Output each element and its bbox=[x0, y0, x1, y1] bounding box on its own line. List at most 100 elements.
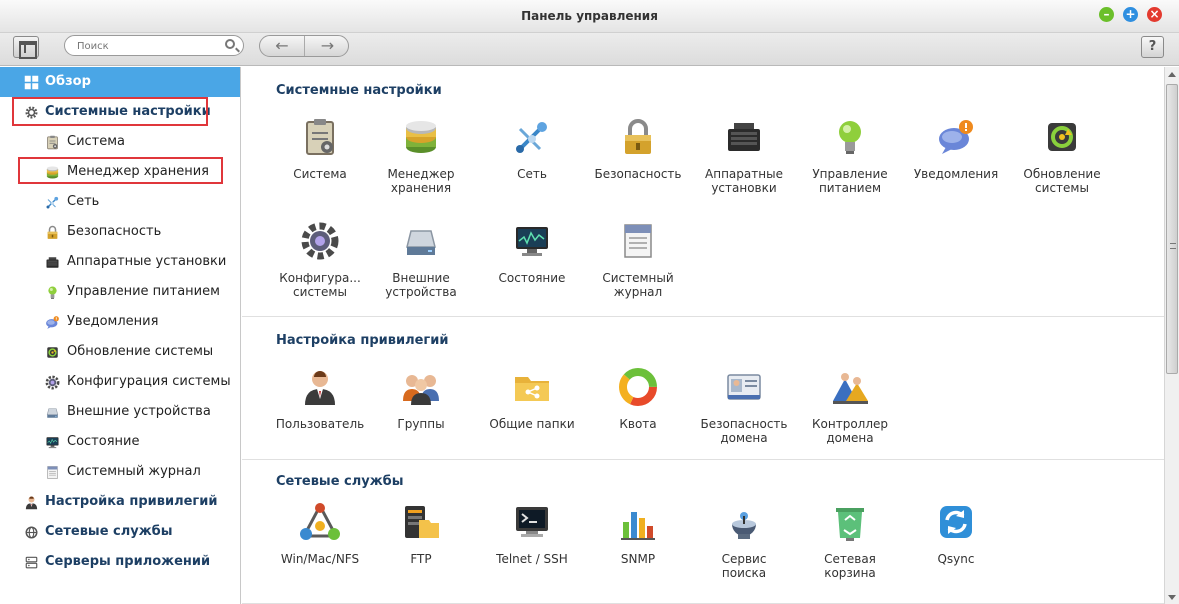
tile-label: Сервис поиска bbox=[721, 552, 767, 580]
tile-label: Система bbox=[293, 167, 347, 181]
app-tile[interactable]: Состояние bbox=[477, 221, 587, 285]
highlight-box bbox=[18, 157, 223, 184]
section-title: Настройка привилегий bbox=[276, 333, 449, 348]
scroll-up-icon[interactable] bbox=[1168, 72, 1176, 77]
help-button[interactable]: ? bbox=[1141, 36, 1164, 58]
app-tile[interactable]: Конфигура... системы bbox=[265, 221, 375, 299]
discovery-icon bbox=[724, 502, 764, 542]
sidebar: Обзор Системные настройки Система Менеджер … bbox=[0, 67, 241, 604]
sidebar-item-label: Обзор bbox=[45, 74, 91, 89]
scroll-down-icon[interactable] bbox=[1168, 595, 1176, 600]
storage-icon bbox=[401, 117, 441, 157]
maximize-icon[interactable]: + bbox=[1123, 7, 1138, 22]
terminal-icon bbox=[512, 502, 552, 542]
app-tile[interactable]: SNMP bbox=[583, 502, 693, 566]
app-tile[interactable]: Группы bbox=[366, 367, 476, 431]
sidebar-item[interactable]: Безопасность bbox=[0, 217, 240, 247]
app-tile[interactable]: Менеджер хранения bbox=[366, 117, 476, 195]
search-input[interactable] bbox=[77, 38, 217, 54]
bulb-icon bbox=[830, 117, 870, 157]
scroll-thumb[interactable] bbox=[1166, 84, 1178, 374]
section-title: Системные настройки bbox=[276, 83, 442, 98]
config-icon bbox=[300, 221, 340, 261]
sidebar-item[interactable]: Сетевые службы bbox=[0, 517, 240, 547]
app-tile[interactable]: Контроллер домена bbox=[795, 367, 905, 445]
back-button[interactable]: ← bbox=[260, 36, 305, 56]
sidebar-item[interactable]: Настройка привилегий bbox=[0, 487, 240, 517]
tile-label: Пользователь bbox=[275, 417, 365, 431]
external-drive-icon bbox=[401, 221, 441, 261]
config-icon bbox=[45, 375, 61, 390]
search-icon[interactable] bbox=[225, 39, 235, 49]
app-tile[interactable]: Управление питанием bbox=[795, 117, 905, 195]
sidebar-item[interactable]: Уведомления bbox=[0, 307, 240, 337]
sidebar-item[interactable]: Управление питанием bbox=[0, 277, 240, 307]
sidebar-item[interactable]: Обзор bbox=[0, 67, 240, 97]
app-tile[interactable]: Telnet / SSH bbox=[477, 502, 587, 566]
log-icon bbox=[618, 221, 658, 261]
app-tile[interactable]: FTP bbox=[366, 502, 476, 566]
sidebar-item[interactable]: Состояние bbox=[0, 427, 240, 457]
app-tile[interactable]: Внешние устройства bbox=[366, 221, 476, 299]
sidebar-item-label: Внешние устройства bbox=[67, 404, 211, 419]
app-tile[interactable]: Пользователь bbox=[265, 367, 375, 431]
sidebar-item-label: Сеть bbox=[67, 194, 100, 209]
sidebar-item-label: Серверы приложений bbox=[45, 554, 211, 569]
snmp-icon bbox=[618, 502, 658, 542]
tile-label: Квота bbox=[619, 417, 657, 431]
search-box[interactable] bbox=[64, 35, 244, 56]
app-tile[interactable]: Квота bbox=[583, 367, 693, 431]
sidebar-item[interactable]: Внешние устройства bbox=[0, 397, 240, 427]
app-tile[interactable]: Qsync bbox=[901, 502, 1011, 566]
sidebar-item-label: Настройка привилегий bbox=[45, 494, 218, 509]
app-tile[interactable]: Сетевая корзина bbox=[795, 502, 905, 580]
sidebar-item[interactable]: Серверы приложений bbox=[0, 547, 240, 577]
sidebar-item[interactable]: Система bbox=[0, 127, 240, 157]
tile-label: Qsync bbox=[937, 552, 975, 566]
hardware-icon bbox=[45, 255, 61, 269]
user-icon bbox=[24, 495, 40, 510]
sidebar-item-label: Конфигурация системы bbox=[67, 374, 231, 389]
overview-icon bbox=[24, 75, 40, 90]
section-title: Сетевые службы bbox=[276, 474, 404, 489]
close-icon[interactable]: × bbox=[1147, 7, 1162, 22]
sidebar-item[interactable]: Аппаратные установки bbox=[0, 247, 240, 277]
app-tile[interactable]: Системный журнал bbox=[583, 221, 693, 299]
forward-button[interactable]: → bbox=[305, 36, 348, 56]
title-bar: Панель управления – + × bbox=[0, 0, 1179, 33]
app-tile[interactable]: Сеть bbox=[477, 117, 587, 181]
tile-label: Управление питанием bbox=[812, 167, 888, 195]
sidebar-item[interactable]: Конфигурация системы bbox=[0, 367, 240, 397]
app-tile[interactable]: Общие папки bbox=[477, 367, 587, 431]
vertical-scrollbar[interactable] bbox=[1164, 67, 1179, 604]
tile-label: Конфигура... системы bbox=[279, 271, 361, 299]
log-icon bbox=[45, 465, 61, 479]
app-tile[interactable]: Win/Mac/NFS bbox=[265, 502, 375, 566]
sidebar-item[interactable]: Обновление системы bbox=[0, 337, 240, 367]
sidebar-item[interactable]: Сеть bbox=[0, 187, 240, 217]
domain-security-icon bbox=[724, 367, 764, 407]
monitor-icon bbox=[45, 435, 61, 449]
hardware-icon bbox=[724, 117, 764, 157]
quota-icon bbox=[618, 367, 658, 407]
sidebar-item-label: Система bbox=[67, 134, 126, 149]
app-tile[interactable]: Безопасность bbox=[583, 117, 693, 181]
tile-label: Win/Mac/NFS bbox=[280, 552, 360, 566]
app-tile[interactable]: Обновление системы bbox=[1007, 117, 1117, 195]
app-tile[interactable]: Уведомления bbox=[901, 117, 1011, 181]
sidebar-item[interactable]: Системный журнал bbox=[0, 457, 240, 487]
app-tile[interactable]: Аппаратные установки bbox=[689, 117, 799, 195]
app-tile[interactable]: Система bbox=[265, 117, 375, 181]
ftp-icon bbox=[401, 502, 441, 542]
tile-label: Уведомления bbox=[913, 167, 999, 181]
minimize-icon[interactable]: – bbox=[1099, 7, 1114, 22]
toggle-sidebar-icon[interactable] bbox=[13, 36, 39, 59]
sidebar-item-label: Безопасность bbox=[67, 224, 162, 239]
tile-label: Группы bbox=[397, 417, 445, 431]
history-nav: ← → bbox=[259, 35, 349, 57]
app-tile[interactable]: Сервис поиска bbox=[689, 502, 799, 580]
app-tile[interactable]: Безопасность домена bbox=[689, 367, 799, 445]
group-icon bbox=[401, 367, 441, 407]
tile-label: Менеджер хранения bbox=[387, 167, 455, 195]
tile-label: Сетевая корзина bbox=[824, 552, 876, 580]
